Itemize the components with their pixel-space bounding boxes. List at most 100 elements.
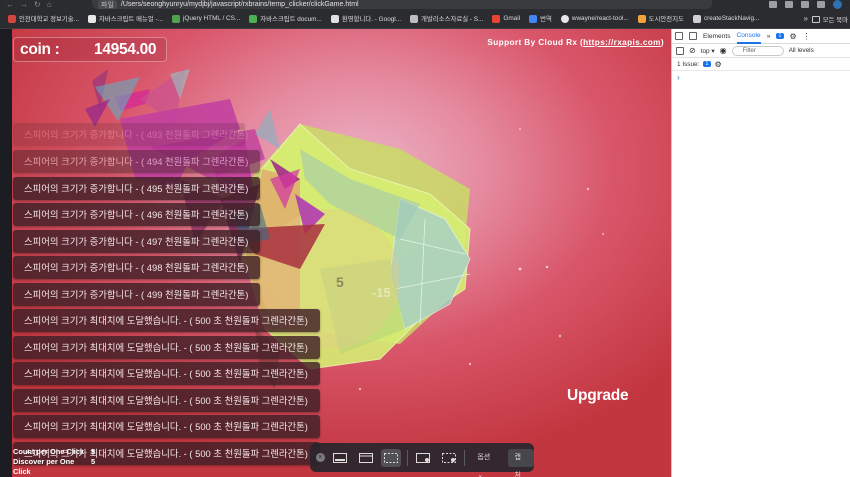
selection-icon — [384, 452, 399, 463]
record-screen-button[interactable] — [414, 449, 433, 467]
extension-icon[interactable] — [817, 1, 825, 8]
devtools-tabs: Elements Console » 1 ⚙ ⋮ — [672, 29, 850, 44]
stat-count-per-click: Count per One Click 5 — [13, 447, 96, 456]
bookmarks-bar: 인천대학교 정보기술... 자바스크립트 메뉴얼 -... jQuery HTM… — [0, 9, 850, 29]
log-item: 스피어의 크기가 최대치에 도달했습니다. - ( 500 초 천원돌파 그렌라… — [13, 336, 320, 359]
log-item: 스피어의 크기가 증가합니다 - ( 495 천원돌파 그렌라간톤) — [13, 177, 260, 200]
console-toolbar: ⊘ top ▾ ◉ Filter All levels — [672, 44, 850, 58]
issues-bar: 1 Issue: 1 ⚙ — [672, 58, 850, 71]
context-selector[interactable]: top ▾ — [701, 47, 715, 55]
capture-button[interactable]: 캡처 — [507, 448, 534, 477]
bookmark-favicon-icon — [692, 14, 701, 23]
all-bookmarks-button[interactable]: 모든 북마 — [811, 9, 848, 28]
sparkle — [518, 267, 522, 271]
devtools-panel: Elements Console » 1 ⚙ ⋮ ⊘ top ▾ ◉ Filte… — [671, 29, 850, 477]
settings-gear-icon[interactable]: ⚙ — [790, 32, 797, 41]
sparkle — [358, 387, 362, 391]
home-icon[interactable]: ⌂ — [47, 0, 52, 9]
clear-console-icon[interactable]: ⊘ — [689, 46, 696, 55]
log-item: 스피어의 크기가 증가합니다 - ( 498 천원돌파 그렌라간톤) — [13, 256, 260, 279]
sparkle — [519, 128, 521, 130]
browser-toolbar: ← → ↻ ⌂ 파일 /Users/seonghyunryu/mydjbj/ja… — [0, 0, 850, 9]
sparkle — [586, 187, 590, 191]
bookmark-item[interactable]: 자바스크립트 메뉴얼 -... — [88, 14, 163, 23]
message-count-badge[interactable]: 1 — [776, 33, 784, 39]
bookmarks-overflow-button[interactable]: » — [804, 9, 808, 28]
extension-icon[interactable] — [801, 1, 809, 8]
device-toolbar-icon[interactable] — [689, 32, 697, 40]
sidebar-toggle-icon[interactable] — [676, 46, 684, 55]
gem-counter-text: 5 — [336, 274, 344, 290]
capture-entire-screen-button[interactable] — [331, 449, 350, 467]
bookmark-item[interactable]: 인천대학교 정보기술... — [8, 14, 79, 23]
tab-console[interactable]: Console — [736, 29, 761, 44]
bookmark-favicon-icon — [637, 14, 646, 23]
coin-counter: coin : 14954.00 — [13, 37, 167, 62]
log-item-faded: 스피어의 크기가 증가합니다 - ( 493 천원돌파 그렌라간톤) — [13, 123, 248, 146]
issues-count-badge[interactable]: 1 — [703, 61, 711, 67]
window-edge — [0, 29, 12, 477]
close-icon[interactable]: × — [316, 453, 325, 462]
live-expression-eye-icon[interactable]: ◉ — [720, 46, 727, 55]
console-prompt[interactable]: › — [672, 73, 850, 82]
more-tabs-button[interactable]: » — [767, 33, 771, 40]
log-item: 스피어의 크기가 증가합니다 - ( 499 천원돌파 그렌라간톤) — [13, 283, 260, 306]
log-item: 스피어의 크기가 최대치에 도달했습니다. - ( 500 초 천원돌파 그렌라… — [13, 415, 320, 438]
bookmark-item[interactable]: 환영합니다. - Googl... — [330, 14, 401, 23]
record-selection-button[interactable] — [439, 449, 458, 467]
toolbar-divider — [406, 449, 408, 466]
url-text: /Users/seonghyunryu/mydjbj/javascript/rx… — [120, 1, 359, 8]
sparkle — [602, 233, 604, 235]
bookmark-item[interactable]: wwayne/react-tool... — [560, 14, 629, 23]
gem-floating-number: -15 — [372, 285, 391, 300]
profile-avatar[interactable] — [833, 0, 842, 9]
support-link[interactable]: https://rxapis.com — [583, 38, 661, 47]
game-canvas[interactable]: 5 -15 coin : 14954.00 Support By Cloud R… — [0, 29, 671, 477]
log-item: 스피어의 크기가 증가합니다 - ( 496 천원돌파 그렌라간톤) — [13, 203, 260, 226]
capture-window-button[interactable] — [356, 449, 375, 467]
toolbar-divider — [464, 449, 466, 466]
bookmark-favicon-icon — [249, 14, 258, 23]
stat-discover-per-click: Discover per One Click 5 — [13, 457, 96, 476]
forward-icon[interactable]: → — [20, 0, 28, 9]
extension-icon[interactable] — [769, 1, 777, 8]
screen-icon — [333, 452, 348, 463]
address-bar[interactable]: 파일 /Users/seonghyunryu/mydjbj/javascript… — [92, 0, 712, 9]
url-scheme-chip: 파일 — [98, 0, 117, 9]
bookmark-item[interactable]: 자바스크립트 docum... — [249, 14, 322, 23]
bookmark-item[interactable]: 번역 — [529, 14, 552, 23]
log-item: 스피어의 크기가 증가합니다 - ( 494 천원돌파 그렌라간톤) — [13, 150, 260, 173]
bookmark-favicon-icon — [171, 14, 180, 23]
bookmark-item[interactable]: 도시안전지도 — [637, 14, 684, 23]
bookmark-item[interactable]: Gmail — [492, 14, 520, 23]
log-item: 스피어의 크기가 최대치에 도달했습니다. - ( 500 초 천원돌파 그렌라… — [13, 362, 320, 385]
log-levels-dropdown[interactable]: All levels — [789, 47, 814, 54]
bookmark-item[interactable]: 개발리소스자료실 - S... — [410, 14, 483, 23]
console-filter-input[interactable]: Filter — [731, 45, 784, 56]
upgrade-button[interactable]: Upgrade — [567, 387, 629, 405]
bookmark-item[interactable]: jQuery HTML / CS... — [171, 14, 240, 23]
bookmark-favicon-icon — [88, 14, 97, 23]
extension-icon[interactable] — [785, 1, 793, 8]
tab-elements[interactable]: Elements — [703, 33, 731, 40]
options-dropdown[interactable]: 옵션⌄ — [471, 449, 501, 477]
bookmark-favicon-icon — [330, 14, 339, 23]
capture-selection-button[interactable] — [381, 448, 401, 467]
window-icon — [358, 452, 373, 463]
bookmark-favicon-icon — [8, 14, 16, 23]
record-screen-icon — [416, 452, 431, 463]
github-icon — [560, 14, 569, 23]
sparkle — [545, 265, 549, 269]
log-item: 스피어의 크기가 최대치에 도달했습니다. - ( 500 초 천원돌파 그렌라… — [13, 389, 320, 412]
inspect-element-icon[interactable] — [675, 32, 683, 40]
bookmark-item[interactable]: createStackNavig... — [692, 14, 759, 23]
issues-settings-gear-icon[interactable]: ⚙ — [715, 60, 722, 69]
log-item: 스피어의 크기가 증가합니다 - ( 497 천원돌파 그렌라간톤) — [13, 230, 260, 253]
coin-value: 14954.00 — [94, 40, 157, 58]
more-options-icon[interactable]: ⋮ — [803, 32, 811, 41]
click-stats: Count per One Click 5 Discover per One C… — [13, 447, 95, 477]
issues-label: 1 Issue: — [677, 60, 700, 68]
log-item: 스피어의 크기가 최대치에 도달했습니다. - ( 500 초 천원돌파 그렌라… — [13, 309, 320, 332]
reload-icon[interactable]: ↻ — [34, 0, 41, 9]
back-icon[interactable]: ← — [6, 0, 14, 9]
